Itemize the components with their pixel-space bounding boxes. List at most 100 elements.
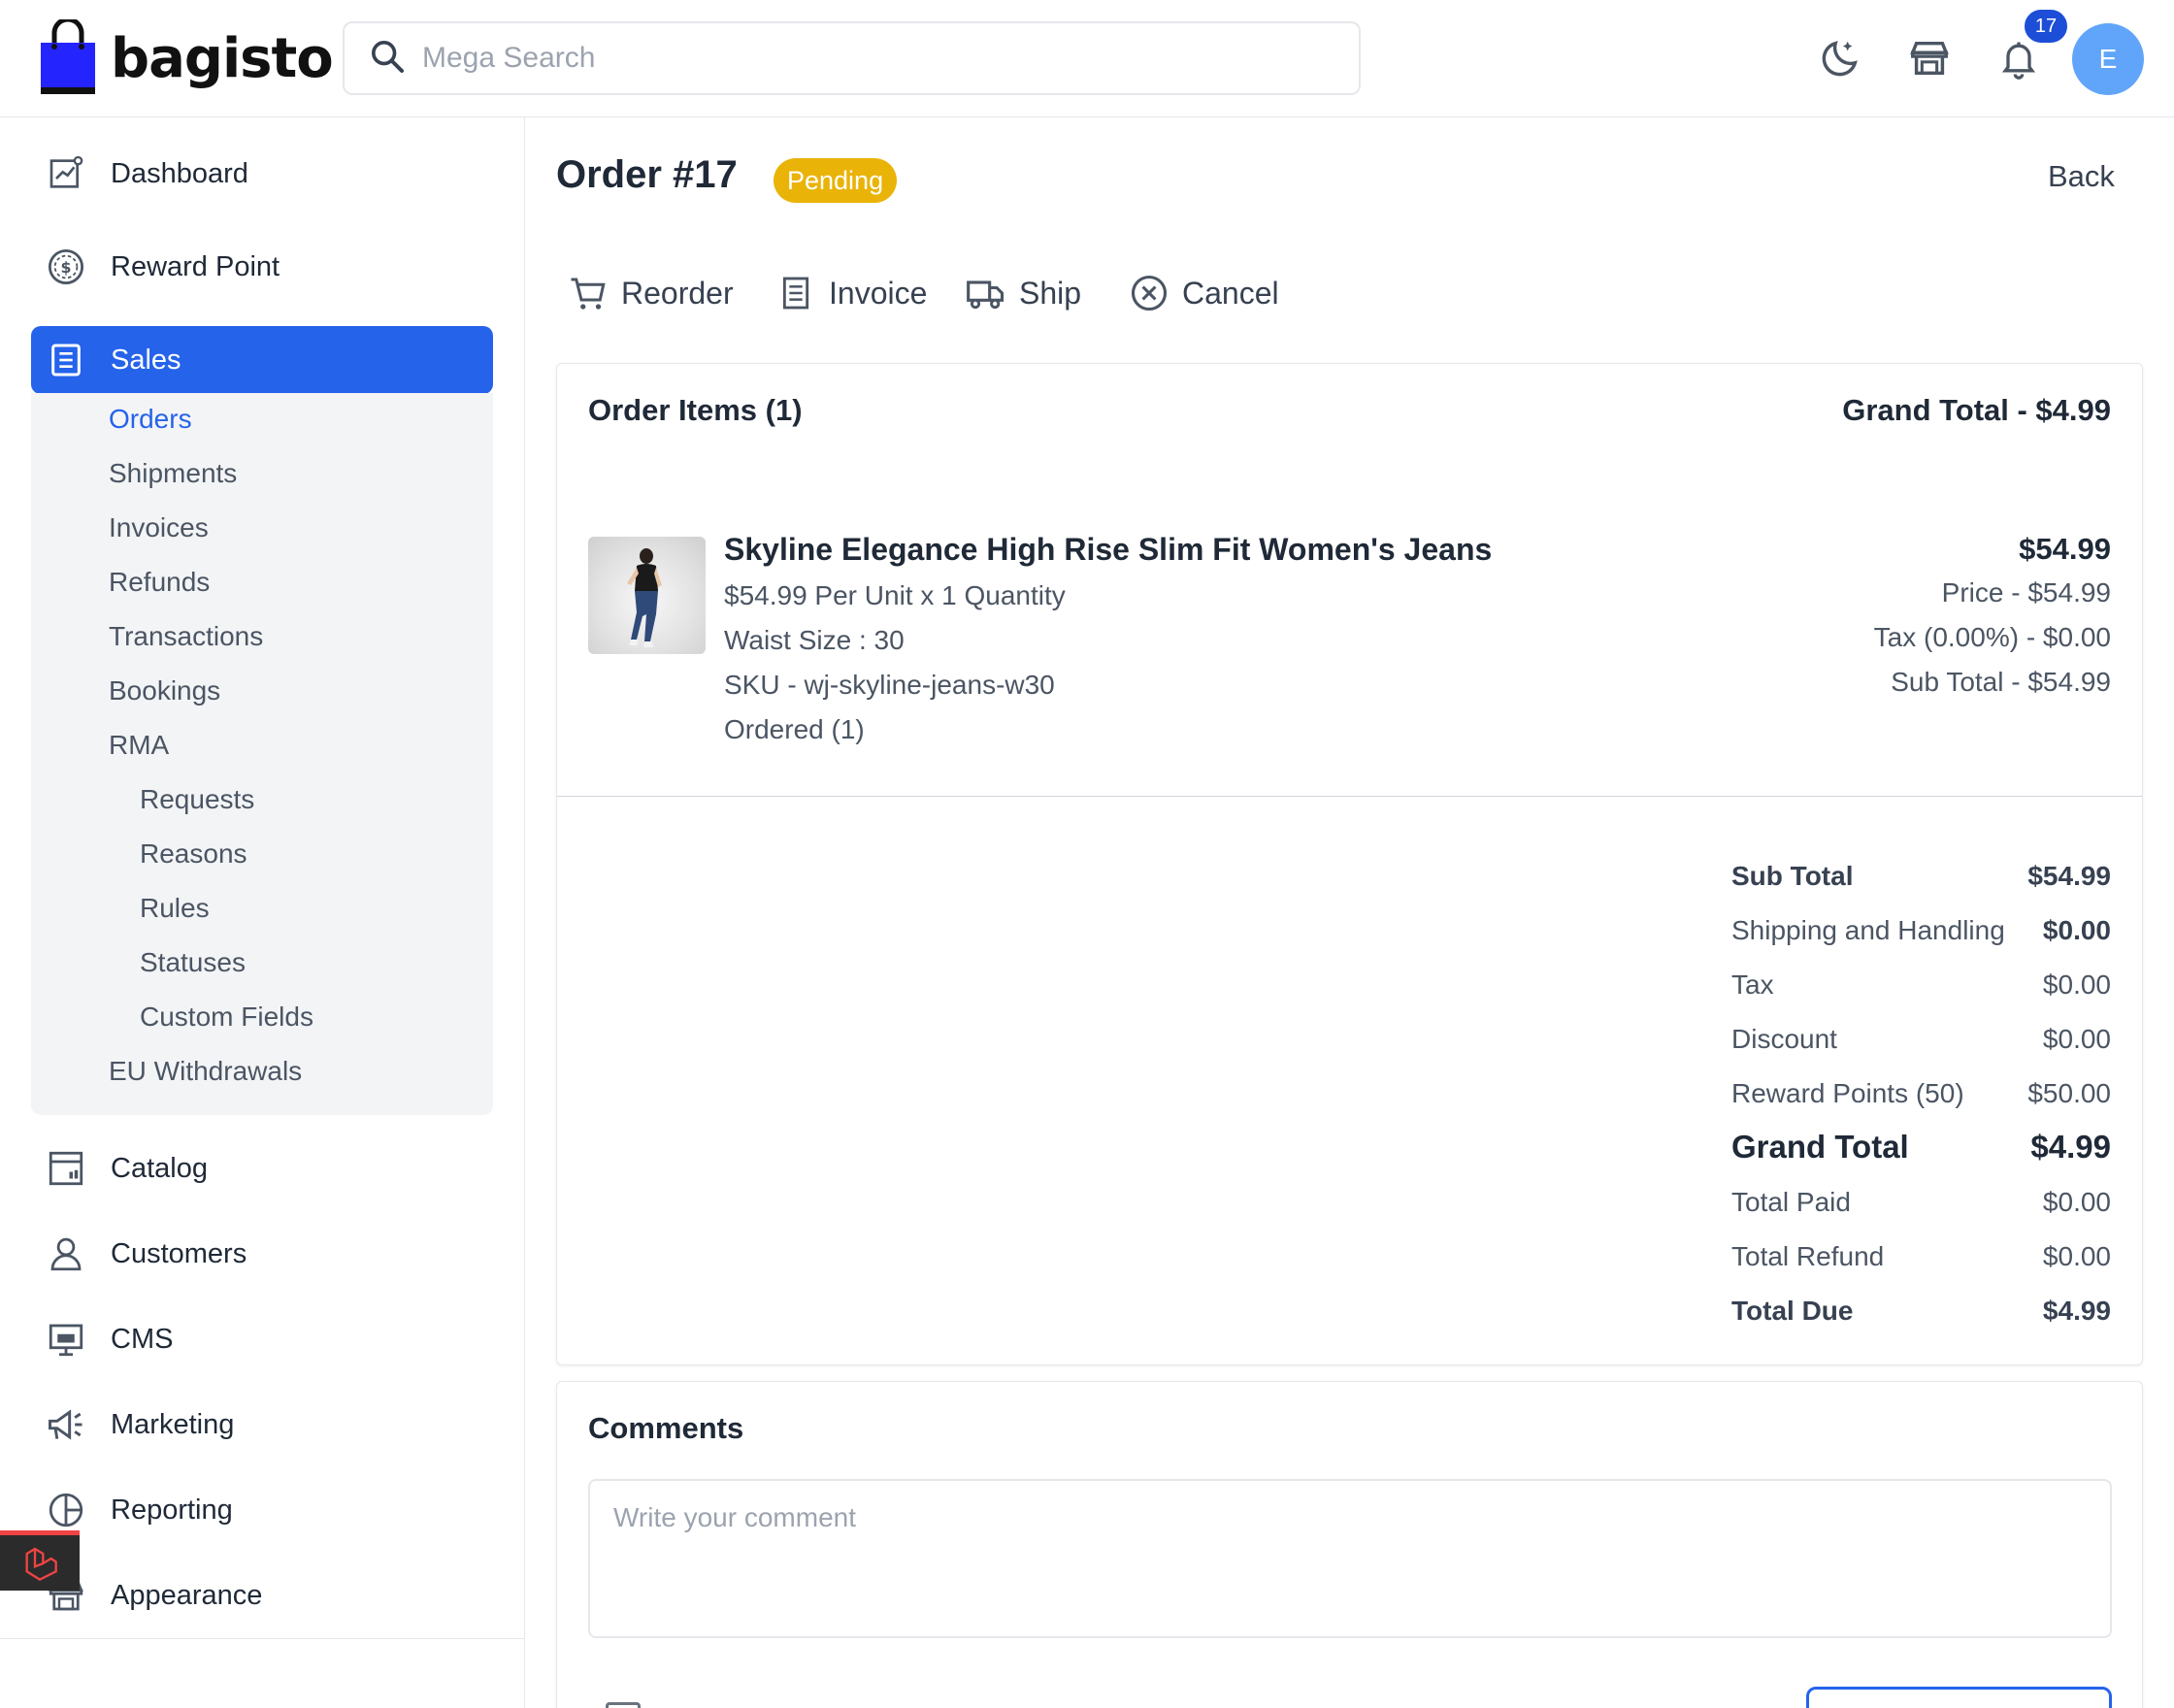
invoice-button[interactable]: Invoice (774, 272, 927, 314)
summary-value-sub-total: $54.99 (2027, 861, 2111, 891)
invoice-icon (774, 272, 817, 314)
reward-point-icon: $ (45, 246, 87, 288)
sidebar-item-label: Appearance (111, 1579, 263, 1611)
laravel-debugbar-icon[interactable] (0, 1530, 80, 1591)
summary-value-shipping: $0.00 (2042, 915, 2111, 945)
search-icon (368, 37, 407, 81)
summary-value-tax: $0.00 (2042, 969, 2111, 1000)
ship-label: Ship (1019, 275, 1082, 311)
submenu-item-orders[interactable]: Orders (109, 404, 192, 435)
cancel-button[interactable]: Cancel (1128, 272, 1279, 314)
summary-label-total-refund: Total Refund (1731, 1241, 1885, 1271)
summary-label-discount: Discount (1731, 1024, 1837, 1054)
notify-customer-checkbox[interactable] (606, 1702, 641, 1708)
submenu-item-rma-custom-fields[interactable]: Custom Fields (140, 1002, 313, 1033)
submit-comment-button[interactable] (1806, 1687, 2112, 1708)
product-unit-price: $54.99 Per Unit x 1 Quantity (724, 580, 1066, 610)
product-name[interactable]: Skyline Elegance High Rise Slim Fit Wome… (724, 532, 1492, 568)
sidebar-item-sales[interactable]: Sales (31, 326, 493, 394)
summary-label-grand-total: Grand Total (1731, 1129, 1909, 1165)
sidebar-item-label: CMS (111, 1323, 174, 1355)
summary-label-shipping: Shipping and Handling (1731, 915, 2005, 945)
dashboard-icon (45, 152, 87, 195)
sidebar-item-label: Sales (111, 344, 181, 376)
submenu-item-refunds[interactable]: Refunds (109, 567, 210, 598)
item-price: Price - $54.99 (1941, 577, 2111, 608)
summary-value-reward-points: $50.00 (2027, 1078, 2111, 1108)
sidebar-item-label: Catalog (111, 1152, 208, 1184)
sales-icon (45, 339, 87, 381)
status-badge: Pending (774, 158, 898, 203)
cms-icon (45, 1318, 87, 1361)
sidebar-item-cms[interactable]: CMS (31, 1305, 493, 1373)
back-link[interactable]: Back (2048, 159, 2115, 194)
product-thumbnail[interactable] (588, 537, 706, 654)
order-items-title: Order Items (1) (588, 393, 803, 427)
item-tax: Tax (0.00%) - $0.00 (1873, 622, 2111, 652)
sidebar-item-marketing[interactable]: Marketing (31, 1391, 493, 1459)
top-header: bagisto 17 E (0, 0, 2174, 117)
submenu-item-shipments[interactable]: Shipments (109, 458, 237, 489)
grand-total-heading: Grand Total - $4.99 (1842, 393, 2111, 427)
brand-logo[interactable]: bagisto (39, 16, 334, 97)
sidebar-item-label: Customers (111, 1237, 247, 1269)
invoice-label: Invoice (829, 275, 928, 311)
submenu-item-bookings[interactable]: Bookings (109, 675, 220, 706)
page-title: Order #17 (556, 153, 738, 196)
sales-submenu: Orders Shipments Invoices Refunds Transa… (31, 393, 493, 1115)
submenu-item-rma-statuses[interactable]: Statuses (140, 947, 246, 978)
dark-mode-icon[interactable] (1815, 33, 1865, 83)
item-total: $54.99 (2019, 532, 2111, 566)
submenu-item-rma-requests[interactable]: Requests (140, 784, 254, 815)
summary-value-total-paid: $0.00 (2042, 1187, 2111, 1217)
product-sku: SKU - wj-skyline-jeans-w30 (724, 670, 1055, 700)
notification-count-badge: 17 (2023, 8, 2069, 45)
mega-search[interactable] (343, 21, 1361, 95)
search-input[interactable] (422, 42, 1296, 75)
submenu-item-rma-rules[interactable]: Rules (140, 893, 210, 924)
summary-value-discount: $0.00 (2042, 1024, 2111, 1054)
sidebar-item-catalog[interactable]: Catalog (31, 1134, 493, 1202)
reorder-label: Reorder (621, 275, 734, 311)
product-attribute: Waist Size : 30 (724, 625, 905, 655)
cancel-label: Cancel (1182, 275, 1279, 311)
submenu-item-rma[interactable]: RMA (109, 730, 169, 761)
sidebar: Dashboard $ Reward Point Sales Orders Sh… (0, 117, 525, 1708)
comment-textarea[interactable] (588, 1479, 2112, 1638)
summary-label-tax: Tax (1731, 969, 1774, 1000)
sidebar-item-reward-point[interactable]: $ Reward Point (31, 233, 493, 301)
storefront-icon[interactable] (1904, 33, 1955, 83)
sidebar-item-appearance[interactable]: Appearance (31, 1561, 493, 1629)
sidebar-footer (0, 1638, 525, 1708)
divider (557, 796, 2142, 797)
submenu-item-transactions[interactable]: Transactions (109, 621, 263, 652)
submenu-item-rma-reasons[interactable]: Reasons (140, 838, 247, 870)
summary-label-total-paid: Total Paid (1731, 1187, 1851, 1217)
sidebar-item-label: Dashboard (111, 157, 248, 189)
sidebar-item-label: Reward Point (111, 250, 280, 282)
sidebar-item-reporting[interactable]: Reporting (31, 1476, 493, 1544)
summary-label-sub-total: Sub Total (1731, 861, 1854, 891)
sidebar-item-label: Marketing (111, 1408, 235, 1440)
product-ordered-qty: Ordered (1) (724, 714, 865, 744)
user-avatar[interactable]: E (2072, 23, 2144, 95)
reorder-button[interactable]: Reorder (567, 272, 734, 314)
order-items-card: Order Items (1) Grand Total - $4.99 Skyl… (556, 363, 2143, 1365)
svg-text:$: $ (61, 258, 72, 277)
summary-value-total-due: $4.99 (2042, 1296, 2111, 1326)
sidebar-item-dashboard[interactable]: Dashboard (31, 140, 493, 208)
customers-icon (45, 1232, 87, 1275)
sidebar-item-customers[interactable]: Customers (31, 1220, 493, 1288)
submenu-item-invoices[interactable]: Invoices (109, 512, 209, 543)
ship-button[interactable]: Ship (965, 272, 1081, 314)
comments-card: Comments (556, 1381, 2143, 1708)
cancel-circle-icon (1128, 272, 1170, 314)
comments-title: Comments (588, 1411, 744, 1445)
summary-label-total-due: Total Due (1731, 1296, 1854, 1326)
summary-label-reward-points: Reward Points (50) (1731, 1078, 1964, 1108)
summary-value-grand-total: $4.99 (2030, 1129, 2111, 1165)
submenu-item-eu-withdrawals[interactable]: EU Withdrawals (109, 1056, 302, 1087)
catalog-icon (45, 1147, 87, 1190)
cart-icon (567, 272, 609, 314)
brand-name: bagisto (111, 26, 334, 90)
